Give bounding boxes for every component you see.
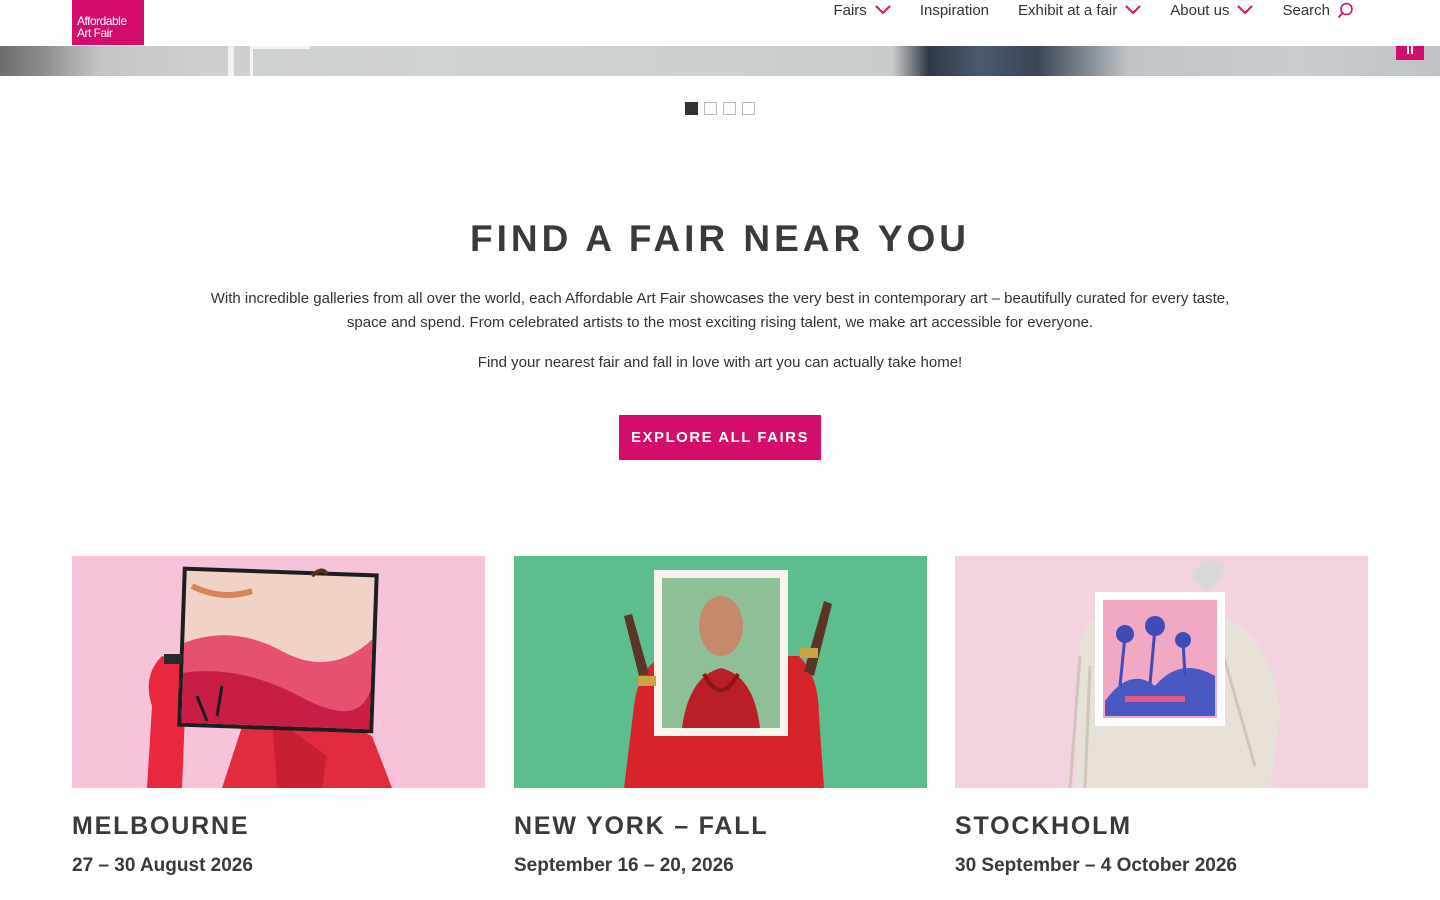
carousel-dot-3[interactable] bbox=[723, 102, 736, 115]
chevron-down-icon bbox=[1237, 5, 1254, 15]
nav-item-label: Fairs bbox=[833, 1, 867, 19]
search-icon bbox=[1337, 2, 1353, 18]
chevron-down-icon bbox=[875, 5, 891, 15]
artwork-photo bbox=[1068, 560, 1280, 788]
hero-artwork-frame bbox=[228, 46, 234, 76]
pause-icon bbox=[1407, 46, 1409, 54]
logo-line-2: Art Fair bbox=[77, 26, 113, 40]
hero-artwork-frame bbox=[250, 46, 310, 76]
nav-item-label: About us bbox=[1170, 1, 1230, 19]
nav-item-label: Exhibit at a fair bbox=[1018, 1, 1118, 19]
nav-item-exhibit[interactable]: Exhibit at a fair bbox=[1018, 1, 1141, 19]
fair-card-image[interactable] bbox=[955, 556, 1368, 788]
artwork-photo bbox=[147, 566, 392, 788]
nav-search[interactable]: Search bbox=[1282, 1, 1354, 19]
main-nav: Fairs Inspiration Exhibit at a fair Abou… bbox=[804, 0, 1354, 20]
nav-item-about[interactable]: About us bbox=[1170, 1, 1254, 19]
chevron-down-icon bbox=[1125, 5, 1141, 15]
artwork-photo bbox=[624, 570, 832, 788]
intro-paragraph: With incredible galleries from all over … bbox=[210, 290, 1230, 331]
carousel-dot-2[interactable] bbox=[704, 102, 717, 115]
carousel-pause-button[interactable] bbox=[1396, 46, 1424, 60]
carousel-dot-1[interactable] bbox=[685, 102, 698, 115]
carousel-pagination bbox=[685, 102, 755, 115]
search-label: Search bbox=[1282, 1, 1330, 19]
site-header: Affordable Art Fair Fairs Inspiration Ex… bbox=[0, 0, 1440, 46]
hero-carousel-image bbox=[0, 46, 1440, 76]
intro-paragraph: Find your nearest fair and fall in love … bbox=[477, 354, 963, 371]
nav-item-inspiration[interactable]: Inspiration bbox=[920, 1, 989, 19]
carousel-dot-4[interactable] bbox=[742, 102, 755, 115]
fair-card-new-york-fall[interactable]: NEW YORK – FALL September 16 – 20, 2026 bbox=[514, 556, 927, 876]
fair-dates: 27 – 30 August 2026 bbox=[72, 855, 253, 876]
fair-dates: September 16 – 20, 2026 bbox=[514, 855, 734, 876]
section-title: FIND A FAIR NEAR YOU bbox=[469, 218, 971, 259]
fair-card-melbourne[interactable]: MELBOURNE 27 – 30 August 2026 bbox=[72, 556, 485, 876]
explore-all-fairs-button[interactable]: EXPLORE ALL FAIRS bbox=[619, 415, 821, 460]
nav-item-fairs[interactable]: Fairs bbox=[833, 1, 891, 19]
fair-name[interactable]: MELBOURNE bbox=[72, 812, 249, 841]
fair-card-stockholm[interactable]: STOCKHOLM 30 September – 4 October 2026 bbox=[955, 556, 1368, 876]
pause-icon bbox=[1411, 46, 1413, 54]
fair-name[interactable]: STOCKHOLM bbox=[955, 812, 1132, 841]
nav-item-label: Inspiration bbox=[919, 1, 990, 19]
fair-dates: 30 September – 4 October 2026 bbox=[955, 855, 1237, 876]
fair-card-image[interactable] bbox=[514, 556, 927, 788]
site-logo[interactable]: Affordable Art Fair bbox=[72, 0, 144, 45]
fair-card-image[interactable] bbox=[72, 556, 485, 788]
fair-name[interactable]: NEW YORK – FALL bbox=[514, 812, 768, 841]
